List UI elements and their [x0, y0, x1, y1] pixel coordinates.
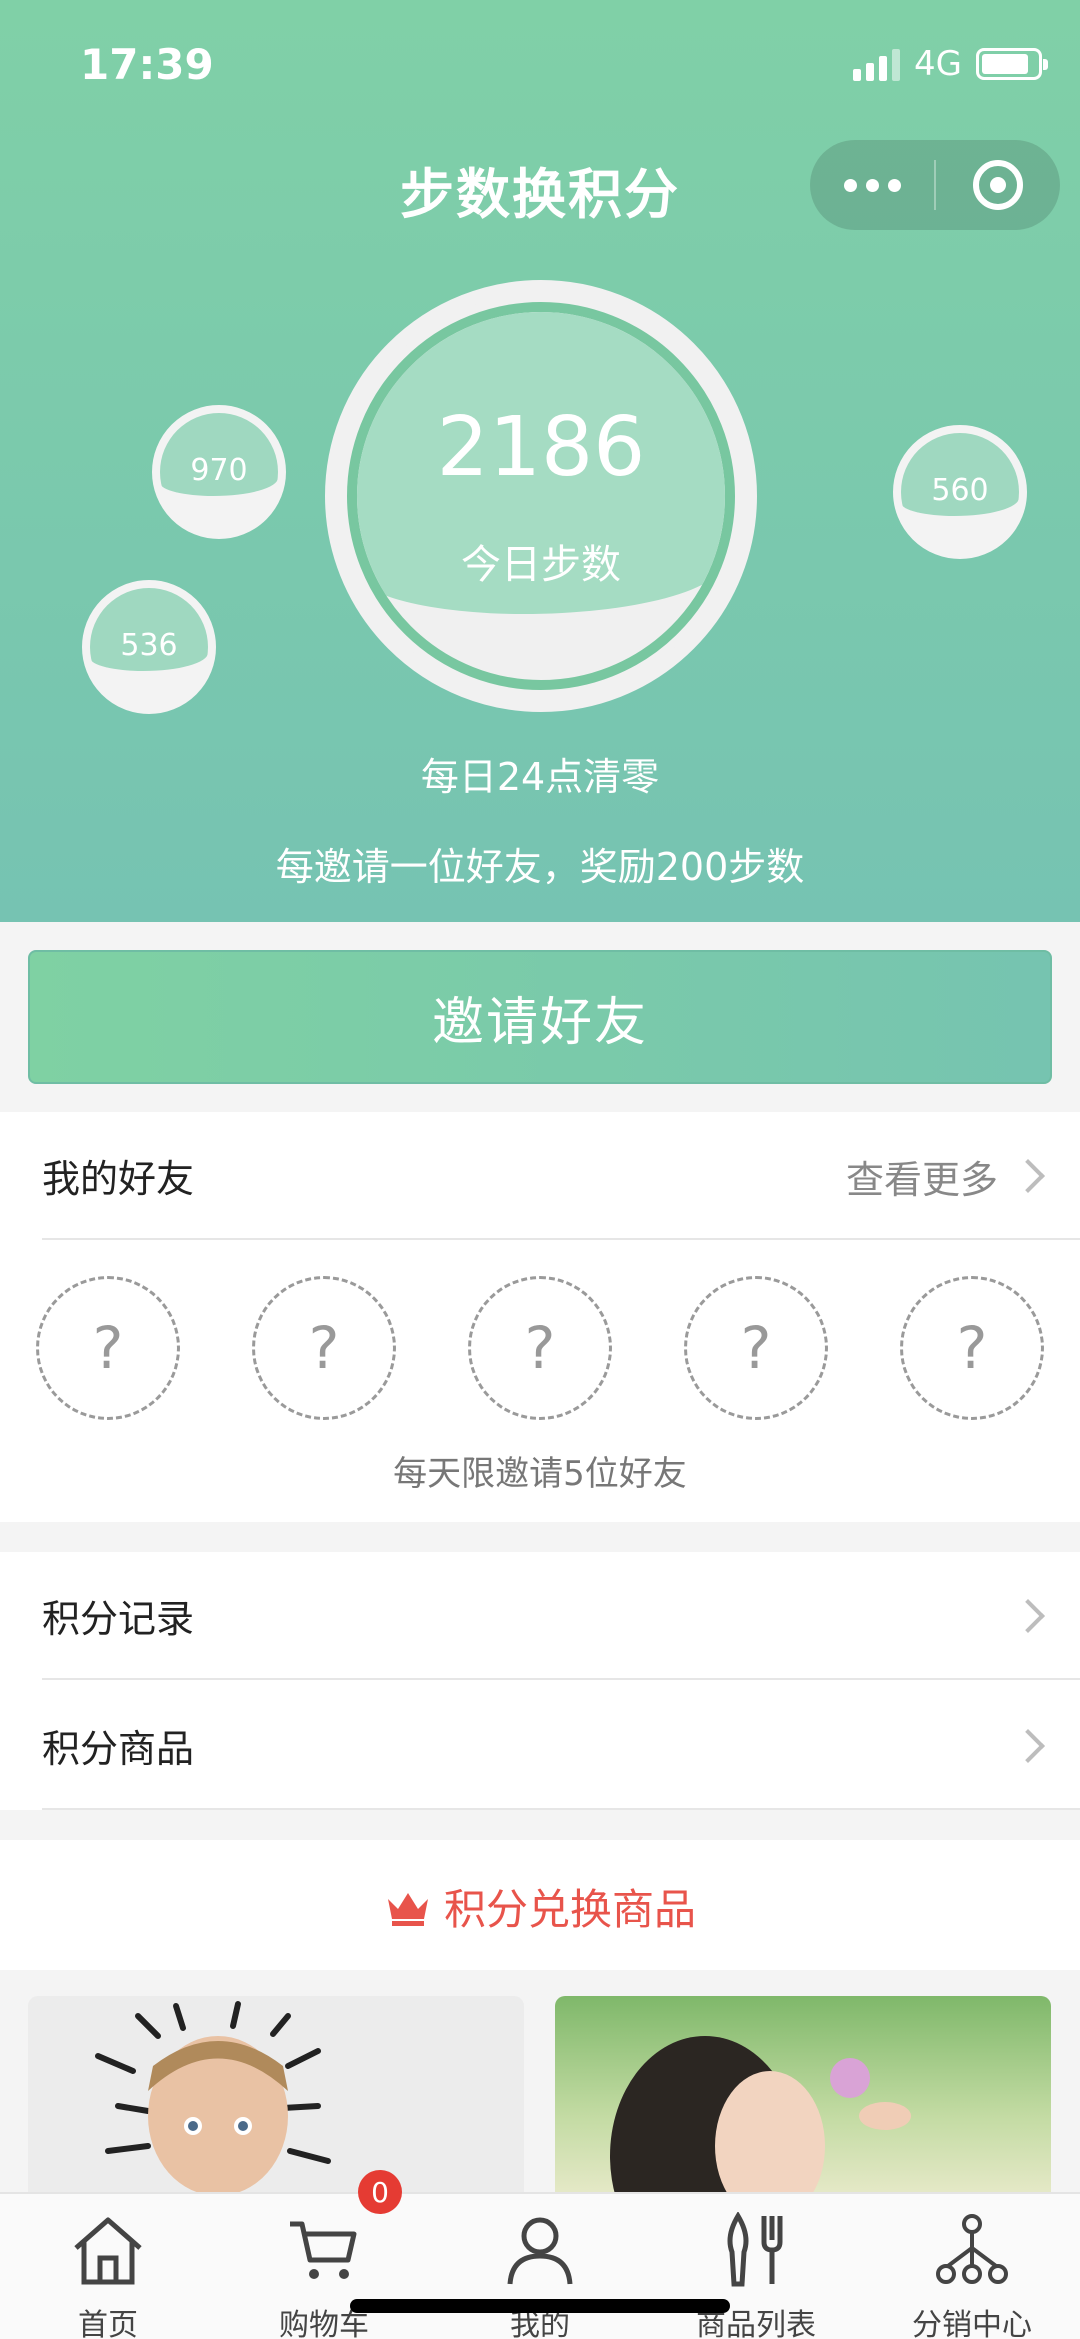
- user-icon: [507, 2217, 573, 2285]
- target-icon: [973, 160, 1023, 210]
- signal-icon: [853, 47, 901, 81]
- exchange-title: 积分兑换商品: [0, 1876, 1080, 1937]
- cutlery-icon: [727, 2212, 783, 2287]
- reward-hint: 每邀请一位好友，奖励200步数: [275, 845, 805, 889]
- steps-bubble[interactable]: 536: [82, 580, 216, 714]
- close-miniprogram-button[interactable]: [936, 140, 1060, 230]
- friend-slots: ? ? ? ? ?: [0, 1276, 1080, 1420]
- today-steps-label: 今日步数: [461, 542, 621, 588]
- bubble-value: 560: [931, 473, 989, 508]
- product-image[interactable]: [555, 1996, 1051, 2196]
- points-menu: 积分记录 积分商品: [0, 1552, 1080, 1810]
- view-more-link[interactable]: 查看更多: [845, 1112, 1045, 1240]
- tab-label: 首页: [78, 2308, 138, 2339]
- crown-icon: [387, 1892, 428, 1926]
- exchange-title-text: 积分兑换商品: [443, 1885, 696, 1934]
- friends-header: 我的好友 查看更多: [42, 1112, 1080, 1240]
- battery-icon: [976, 48, 1048, 80]
- points-goods-row[interactable]: 积分商品: [42, 1682, 1080, 1810]
- home-indicator: [350, 2299, 730, 2313]
- home-icon: [74, 2217, 142, 2285]
- tab-home[interactable]: 首页: [0, 2194, 216, 2339]
- cart-icon: [290, 2221, 357, 2279]
- network-type: 4G: [914, 44, 962, 84]
- product-illustration: [95, 2001, 331, 2196]
- chevron-right-icon: [1011, 1729, 1045, 1763]
- friend-slot[interactable]: ?: [252, 1276, 396, 1420]
- points-record-row[interactable]: 积分记录: [42, 1552, 1080, 1680]
- friend-slot[interactable]: ?: [900, 1276, 1044, 1420]
- steps-ring: 2186 今日步数: [325, 280, 757, 712]
- chevron-right-icon: [1011, 1599, 1045, 1633]
- points-record-label: 积分记录: [42, 1596, 195, 1641]
- tab-cart[interactable]: 购物车: [216, 2194, 432, 2339]
- friends-title: 我的好友: [42, 1156, 195, 1201]
- more-menu-button[interactable]: [810, 140, 934, 230]
- invite-limit-note: 每天限邀请5位好友: [393, 1454, 687, 1494]
- tab-distribution-center[interactable]: 分销中心: [864, 2194, 1080, 2339]
- status-indicators: 4G: [853, 44, 1048, 84]
- tab-label: 分销中心: [912, 2308, 1032, 2339]
- hero-header: 17:39 4G 步数换积分 2186 今日步数 970 536 560 每日2…: [0, 0, 1080, 922]
- reset-hint: 每日24点清零: [420, 755, 660, 799]
- friend-slot[interactable]: ?: [684, 1276, 828, 1420]
- tab-bar: 首页 购物车 我的 商品列表 分销中心: [0, 2192, 1080, 2339]
- network-icon: [936, 2214, 1008, 2284]
- steps-bubble[interactable]: 560: [893, 425, 1027, 559]
- view-more-label: 查看更多: [845, 1157, 998, 1202]
- steps-bubble[interactable]: 970: [152, 405, 286, 539]
- product-image[interactable]: [28, 1996, 524, 2196]
- invite-friends-button[interactable]: 邀请好友: [28, 950, 1052, 1084]
- product-photo: [610, 2036, 911, 2196]
- tab-product-list[interactable]: 商品列表: [648, 2194, 864, 2339]
- points-goods-label: 积分商品: [42, 1726, 195, 1771]
- friend-slot[interactable]: ?: [36, 1276, 180, 1420]
- bubble-value: 970: [190, 453, 248, 488]
- tab-mine[interactable]: 我的: [432, 2194, 648, 2339]
- page: 17:39 4G 步数换积分 2186 今日步数 970 536 560 每日2…: [0, 0, 1080, 2339]
- steps-ring-inner: [347, 302, 735, 690]
- today-steps-value: 2186: [436, 400, 646, 495]
- miniprogram-capsule: [810, 140, 1060, 230]
- chevron-right-icon: [1011, 1159, 1045, 1193]
- bubble-value: 536: [120, 628, 178, 663]
- friend-slot[interactable]: ?: [468, 1276, 612, 1420]
- status-time: 17:39: [80, 40, 214, 89]
- cart-badge: 0: [358, 2170, 402, 2214]
